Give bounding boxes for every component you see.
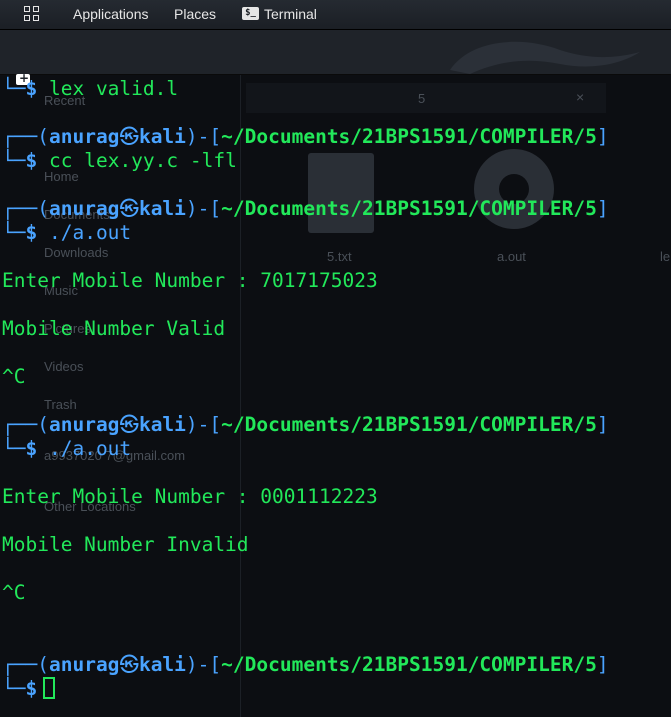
prompt-corner: └─ (2, 149, 26, 172)
prompt-user: anurag (48, 125, 120, 148)
prompt-path: ~/Documents/21BPS1591/COMPILER/5 (221, 653, 597, 676)
command-text: ./a.out (48, 437, 132, 460)
prompt-paren: ( (37, 653, 49, 676)
places-menu[interactable]: Places (174, 6, 216, 22)
terminal-icon: $_ (242, 7, 259, 20)
program-output: Mobile Number Invalid (2, 533, 249, 556)
prompt-bracket: ] (596, 413, 609, 436)
program-output: Enter Mobile Number : 7017175023 (2, 269, 378, 292)
command-line: └─$ (2, 677, 56, 701)
prompt-host: kali (138, 413, 186, 436)
terminal-toolbar (0, 30, 671, 85)
prompt-at-symbol: ㉿ (119, 197, 139, 220)
interrupt-output: ^C (2, 581, 26, 604)
top-panel: Applications Places $_ Terminal (0, 0, 671, 30)
command-line: └─$ ./a.out (2, 221, 131, 245)
prompt-dollar: $ (25, 677, 38, 700)
prompt-user: anurag (48, 197, 120, 220)
prompt-corner: └─ (2, 677, 26, 700)
prompt-bracket: ] (596, 653, 609, 676)
prompt-paren: )-[ (185, 413, 222, 436)
prompt-corner: └─ (2, 437, 26, 460)
command-args: lex.yy.c -lfl (84, 149, 237, 172)
prompt-paren: ( (37, 197, 49, 220)
prompt-at-symbol: ㉿ (119, 653, 139, 676)
prompt-corner: └─ (2, 221, 26, 244)
prompt-paren: )-[ (185, 197, 222, 220)
prompt-paren: )-[ (185, 653, 222, 676)
prompt-corner: ┌── (2, 125, 38, 148)
text-cursor[interactable] (43, 677, 56, 699)
prompt-dollar: $ (25, 149, 38, 172)
prompt-path: ~/Documents/21BPS1591/COMPILER/5 (221, 197, 597, 220)
prompt-at-symbol: ㉿ (119, 125, 139, 148)
prompt-bracket: ] (596, 197, 609, 220)
prompt-dollar: $ (25, 77, 38, 100)
prompt-path: ~/Documents/21BPS1591/COMPILER/5 (221, 125, 597, 148)
prompt-corner: └─ (2, 77, 26, 100)
prompt-paren: )-[ (185, 125, 222, 148)
prompt-user: anurag (48, 653, 120, 676)
command-line: └─$ cc lex.yy.c -lfl (2, 149, 237, 173)
prompt-paren: ( (37, 125, 49, 148)
prompt-bracket: ] (596, 125, 609, 148)
applications-menu[interactable]: Applications (73, 6, 149, 22)
interrupt-output: ^C (2, 365, 26, 388)
prompt-dollar: $ (25, 437, 38, 460)
prompt-corner: ┌── (2, 413, 38, 436)
prompt-corner: ┌── (2, 653, 38, 676)
command-line: └─$ lex valid.l (2, 77, 178, 101)
kali-dragon-watermark-icon (450, 41, 640, 74)
prompt-path: ~/Documents/21BPS1591/COMPILER/5 (221, 413, 597, 436)
prompt-host: kali (138, 653, 186, 676)
program-output: Enter Mobile Number : 0001112223 (2, 485, 378, 508)
command-program: cc (48, 149, 73, 172)
command-text: lex valid.l (48, 77, 179, 100)
prompt-corner: ┌── (2, 197, 38, 220)
program-output: Mobile Number Valid (2, 317, 226, 340)
prompt-dollar: $ (25, 221, 38, 244)
prompt-at-symbol: ㉿ (119, 413, 139, 436)
prompt-host: kali (138, 197, 186, 220)
terminal-output[interactable]: └─$ lex valid.l ┌──(anurag㉿kali)-[~/Docu… (0, 75, 671, 717)
prompt-paren: ( (37, 413, 49, 436)
command-line: └─$ ./a.out (2, 437, 131, 461)
prompt-line: ┌──(anurag㉿kali)-[~/Documents/21BPS1591/… (2, 413, 609, 437)
terminal-menu[interactable]: Terminal (264, 6, 317, 22)
command-text: ./a.out (48, 221, 132, 244)
prompt-line: ┌──(anurag㉿kali)-[~/Documents/21BPS1591/… (2, 653, 609, 677)
prompt-user: anurag (48, 413, 120, 436)
prompt-line: ┌──(anurag㉿kali)-[~/Documents/21BPS1591/… (2, 125, 609, 149)
app-grid-icon[interactable] (24, 6, 40, 22)
prompt-line: ┌──(anurag㉿kali)-[~/Documents/21BPS1591/… (2, 197, 609, 221)
prompt-host: kali (138, 125, 186, 148)
